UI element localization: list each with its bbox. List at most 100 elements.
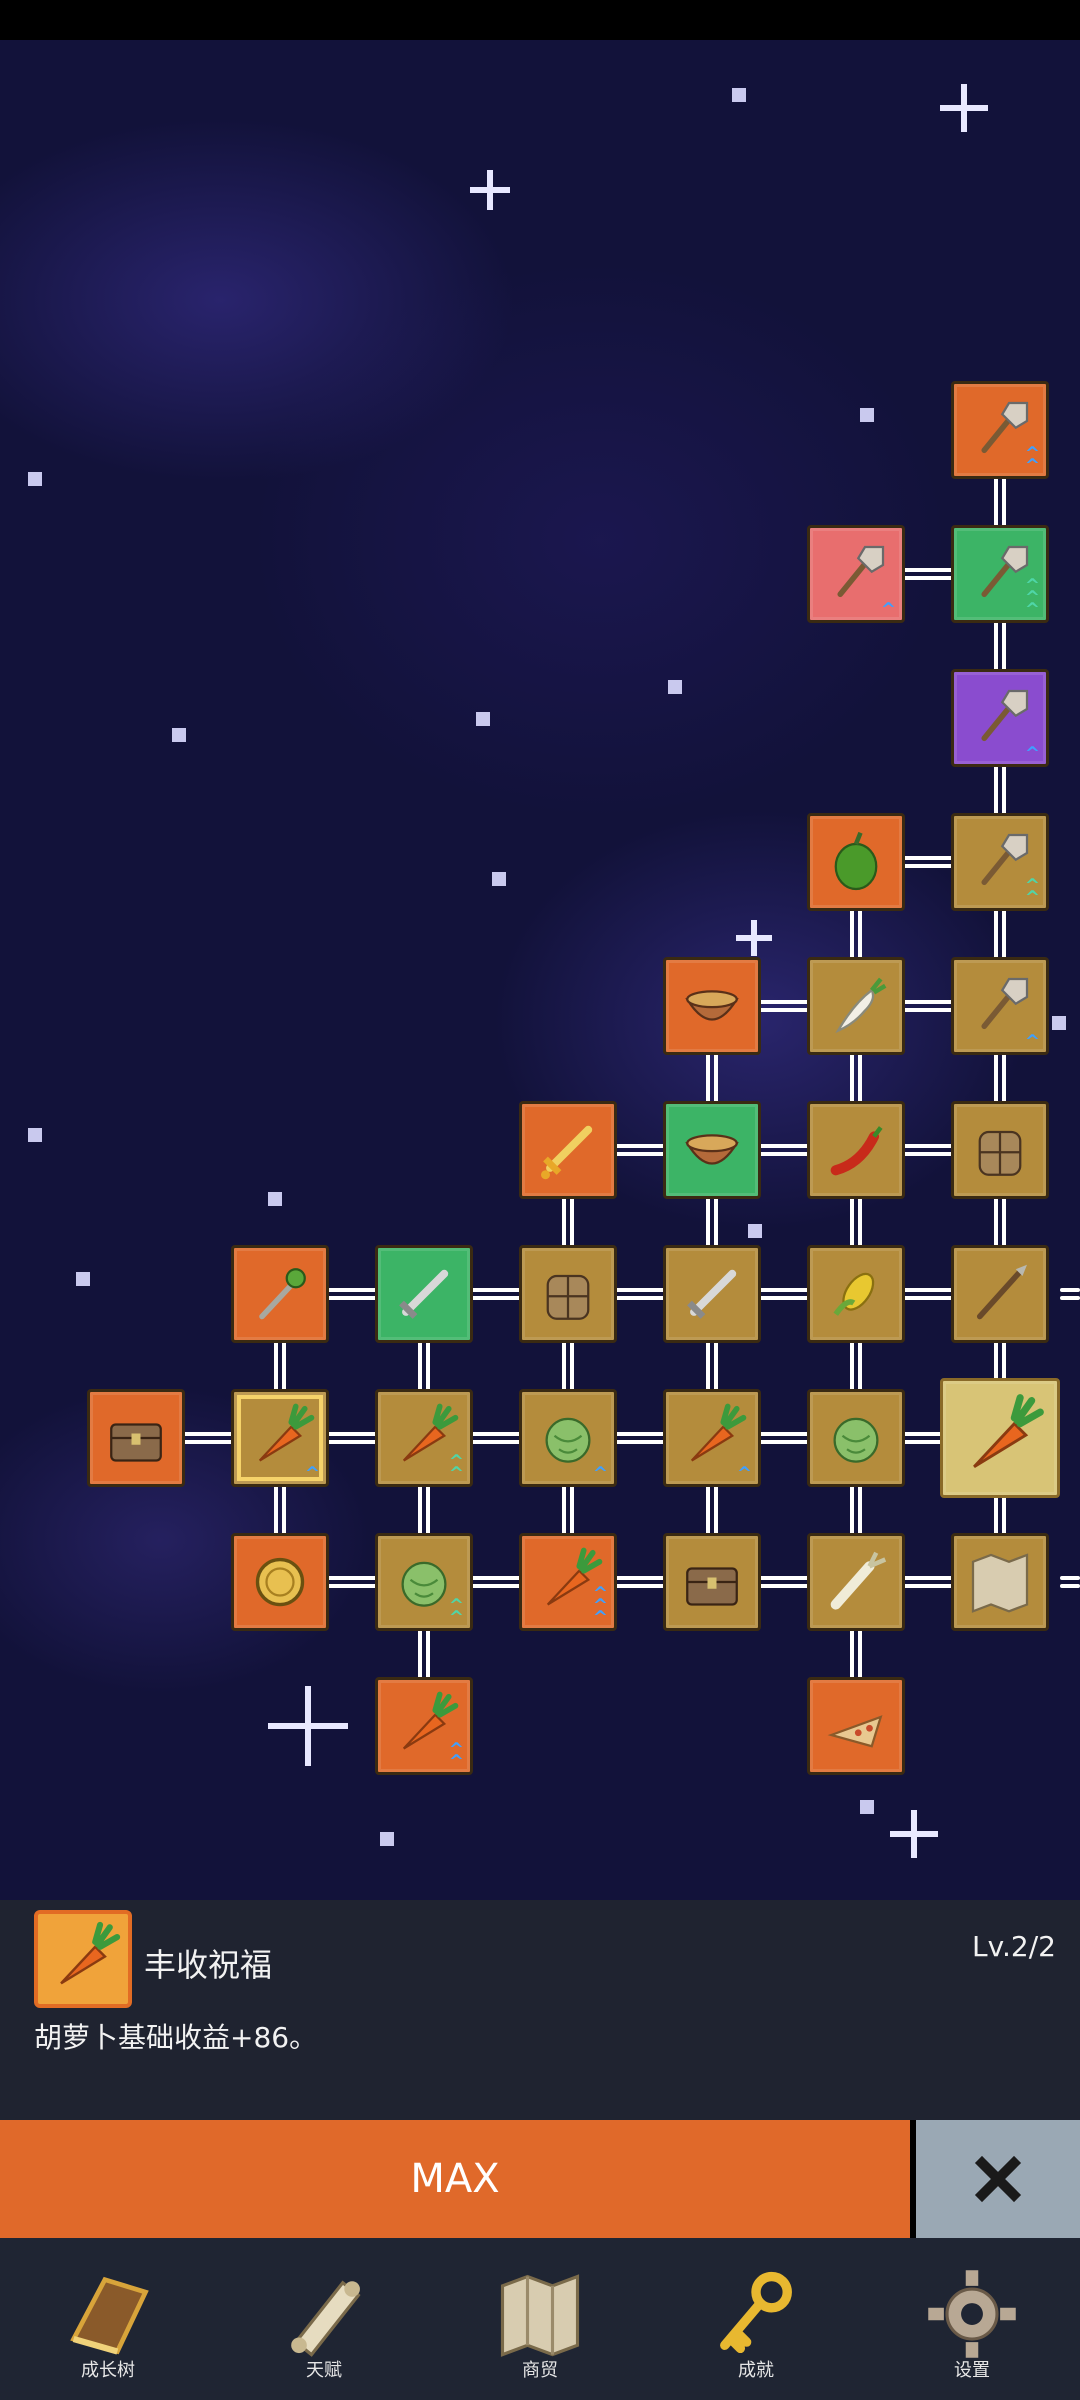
corn-icon — [833, 1272, 875, 1316]
skill-node[interactable]: ^ — [519, 1389, 617, 1487]
tree-connector — [1060, 1287, 1080, 1301]
skill-node[interactable]: ^ ^ — [375, 1533, 473, 1631]
star — [668, 680, 682, 694]
skill-node[interactable] — [951, 1245, 1049, 1343]
level-arrows-icon: ^ ^ — [448, 1595, 464, 1628]
close-icon — [974, 2155, 1022, 2203]
skill-node[interactable] — [807, 1389, 905, 1487]
level-arrows-icon: ^ — [1024, 1031, 1040, 1052]
skill-node[interactable] — [87, 1389, 185, 1487]
skill-node[interactable]: ^ — [663, 1389, 761, 1487]
sword-icon — [399, 1269, 449, 1319]
key-icon — [720, 2271, 792, 2354]
nav-label: 天赋 — [306, 2360, 342, 2381]
spear-icon — [976, 1264, 1027, 1320]
skill-node[interactable]: ^ ^ — [375, 1677, 473, 1775]
tree-connector — [1060, 1575, 1080, 1589]
star — [28, 472, 42, 486]
max-button[interactable]: MAX — [0, 2120, 910, 2238]
level-arrows-icon: ^ ^ — [1024, 443, 1040, 476]
book-icon — [70, 2276, 149, 2355]
star — [76, 1272, 90, 1286]
skill-node[interactable] — [231, 1245, 329, 1343]
daikon-icon — [835, 977, 887, 1034]
backpack-icon — [978, 1130, 1022, 1176]
star — [476, 712, 490, 726]
skill-node[interactable] — [663, 1245, 761, 1343]
star — [492, 872, 506, 886]
carrot-icon — [34, 1910, 132, 2008]
skill-node[interactable]: ^ — [807, 525, 905, 623]
carrot-icon — [973, 1394, 1044, 1468]
level-arrows-icon: ^ ^ ^ — [1024, 575, 1040, 620]
sparkle — [940, 84, 988, 132]
treasure-map-icon — [971, 1553, 1029, 1613]
skill-node[interactable] — [940, 1378, 1060, 1498]
skill-node[interactable] — [519, 1245, 617, 1343]
bowl-icon — [685, 990, 739, 1021]
golden-sword-icon — [541, 1125, 593, 1180]
nav-item-trade[interactable]: 商贸 — [432, 2238, 648, 2400]
skill-node[interactable]: ^ — [951, 957, 1049, 1055]
level-arrows-icon: ^ — [736, 1463, 752, 1484]
skill-node[interactable] — [951, 1533, 1049, 1631]
skill-node[interactable] — [231, 1533, 329, 1631]
level-arrows-icon: ^ ^ ^ — [592, 1583, 608, 1628]
skill-node[interactable]: ^ ^ ^ — [951, 525, 1049, 623]
level-arrows-icon: ^ ^ — [448, 1451, 464, 1484]
star — [860, 408, 874, 422]
nav-item-settings[interactable]: 设置 — [864, 2238, 1080, 2400]
sparkle — [736, 920, 772, 956]
skill-node[interactable] — [807, 1101, 905, 1199]
nav-item-achievement[interactable]: 成就 — [648, 2238, 864, 2400]
scroll-icon — [291, 2280, 361, 2357]
gear-icon — [928, 2270, 1016, 2358]
nav-label: 商贸 — [522, 2360, 558, 2381]
skill-node[interactable]: ^ ^ — [375, 1389, 473, 1487]
chili-pepper-icon — [830, 1126, 883, 1176]
nav-item-growth-tree[interactable]: 成长树 — [0, 2238, 216, 2400]
star — [172, 728, 186, 742]
star — [1052, 1016, 1066, 1030]
level-arrows-icon: ^ — [880, 599, 896, 620]
bowl-icon — [685, 1134, 739, 1165]
nav-item-talent[interactable]: 天赋 — [216, 2238, 432, 2400]
level-arrows-icon: ^ — [1024, 743, 1040, 764]
map-icon — [500, 2274, 580, 2357]
skill-node[interactable] — [663, 957, 761, 1055]
pizza-icon — [827, 1715, 883, 1748]
treasure-chest-icon — [686, 1567, 738, 1606]
nav-label: 成就 — [738, 2360, 774, 2381]
skill-node[interactable] — [807, 1677, 905, 1775]
level-arrows-icon: ^ — [304, 1463, 320, 1484]
treasure-chest-icon — [110, 1423, 162, 1462]
skill-node[interactable] — [951, 1101, 1049, 1199]
skill-node[interactable] — [807, 1533, 905, 1631]
skill-node[interactable] — [807, 813, 905, 911]
skill-node[interactable]: ^ — [951, 669, 1049, 767]
skill-node[interactable]: ^ — [231, 1389, 329, 1487]
skill-node[interactable] — [663, 1533, 761, 1631]
star — [268, 1192, 282, 1206]
star — [732, 88, 746, 102]
leek-icon — [830, 1551, 887, 1610]
skill-node[interactable] — [807, 1245, 905, 1343]
star — [860, 1800, 874, 1814]
level-arrows-icon: ^ ^ — [448, 1739, 464, 1772]
skill-node[interactable] — [663, 1101, 761, 1199]
skill-node[interactable] — [375, 1245, 473, 1343]
magic-staff-icon — [259, 1268, 306, 1320]
star — [28, 1128, 42, 1142]
sparkle — [470, 170, 510, 210]
skill-description: 胡萝卜基础收益+86。 — [34, 2021, 318, 2054]
skill-node[interactable]: ^ ^ ^ — [519, 1533, 617, 1631]
bell-pepper-icon — [834, 831, 878, 891]
bottom-nav: 成长树 天赋 商贸 成就 设置 — [0, 2238, 1080, 2400]
skill-node[interactable] — [807, 957, 905, 1055]
close-button[interactable] — [916, 2120, 1080, 2238]
skill-node[interactable] — [519, 1101, 617, 1199]
nav-label: 成长树 — [81, 2360, 135, 2381]
skill-node[interactable]: ^ ^ — [951, 813, 1049, 911]
skill-level: Lv.2/2 — [972, 1930, 1056, 1963]
skill-node[interactable]: ^ ^ — [951, 381, 1049, 479]
